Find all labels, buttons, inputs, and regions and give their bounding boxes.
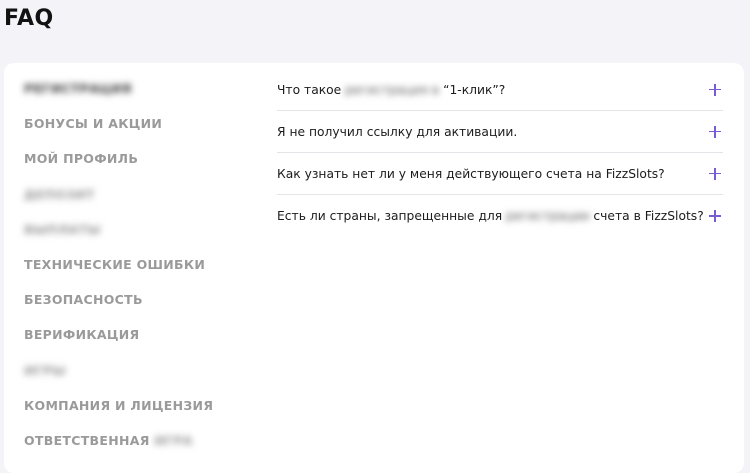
plus-icon[interactable] xyxy=(709,83,721,96)
sidebar-item-label: Выплаты xyxy=(24,221,101,237)
sidebar-item-responsible-gaming[interactable]: Ответственная игра xyxy=(24,431,254,466)
sidebar-item-label: Верификация xyxy=(24,327,140,343)
faq-question[interactable]: Я не получил ссылку для активации. xyxy=(277,111,723,153)
sidebar-item-label: Бонусы и акции xyxy=(24,116,163,132)
question-text-part: “1-клик”? xyxy=(439,82,506,97)
sidebar-item-label: Безопасность xyxy=(24,292,143,308)
page-title: FAQ xyxy=(4,6,54,31)
sidebar-item-label: Депозит xyxy=(24,186,95,202)
question-text-blurred: регистрации xyxy=(506,209,590,223)
sidebar-item-label: Компания и лицензия xyxy=(24,397,214,413)
sidebar-item-label: Мой профиль xyxy=(24,151,139,167)
sidebar-item-label-blurred: игра xyxy=(154,432,193,448)
faq-question-text: Я не получил ссылку для активации. xyxy=(277,125,517,139)
faq-question[interactable]: Что такое регистрация в “1-клик”? xyxy=(277,69,723,111)
question-text-blurred: регистрация в xyxy=(345,82,440,97)
question-text-part: счета в FizzSlots? xyxy=(589,209,704,223)
plus-icon[interactable] xyxy=(709,210,721,222)
sidebar-item-label: Технические ошибки xyxy=(24,256,206,272)
sidebar-item-label: Регистрация xyxy=(24,81,132,96)
question-text-part: Как узнать нет ли у меня действующего сч… xyxy=(277,166,665,181)
plus-icon[interactable] xyxy=(709,125,721,138)
sidebar-item-verification[interactable]: Верификация xyxy=(24,325,254,360)
sidebar-item-company-license[interactable]: Компания и лицензия xyxy=(24,396,254,431)
sidebar-item-profile[interactable]: Мой профиль xyxy=(24,149,254,184)
question-text-part: Есть ли страны, запрещенные для xyxy=(277,209,507,223)
plus-icon[interactable] xyxy=(709,167,721,180)
question-text-part: Что такое xyxy=(277,82,346,97)
question-text-part: Я не получил ссылку для активации. xyxy=(277,124,518,139)
faq-question-list: Что такое регистрация в “1-клик”? Я не п… xyxy=(277,69,723,237)
faq-question[interactable]: Как узнать нет ли у меня действующего сч… xyxy=(277,153,723,195)
sidebar-item-technical-errors[interactable]: Технические ошибки xyxy=(24,255,254,290)
faq-question[interactable]: Есть ли страны, запрещенные для регистра… xyxy=(277,195,723,237)
sidebar-item-security[interactable]: Безопасность xyxy=(24,290,254,325)
sidebar-item-label: Игры xyxy=(24,362,66,378)
faq-category-sidebar: Регистрация Бонусы и акции Мой профиль Д… xyxy=(24,79,254,466)
sidebar-item-label: Ответственная xyxy=(24,432,150,448)
faq-question-text: Есть ли страны, запрещенные для регистра… xyxy=(277,209,704,223)
faq-card: Регистрация Бонусы и акции Мой профиль Д… xyxy=(4,63,744,473)
sidebar-item-games[interactable]: Игры xyxy=(24,361,254,396)
sidebar-item-deposit[interactable]: Депозит xyxy=(24,185,254,220)
sidebar-item-registration[interactable]: Регистрация xyxy=(24,79,254,114)
sidebar-item-payouts[interactable]: Выплаты xyxy=(24,220,254,255)
faq-question-text: Как узнать нет ли у меня действующего сч… xyxy=(277,167,665,181)
sidebar-item-bonuses[interactable]: Бонусы и акции xyxy=(24,114,254,149)
faq-question-text: Что такое регистрация в “1-клик”? xyxy=(277,83,505,97)
